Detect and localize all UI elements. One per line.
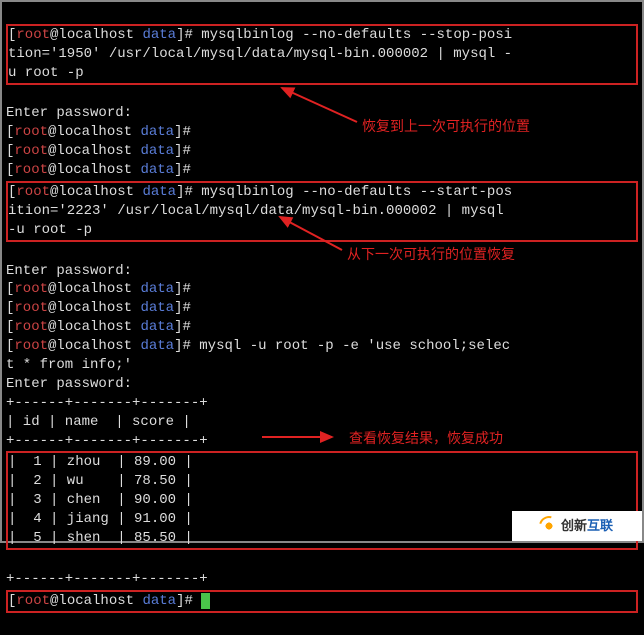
- cursor-icon: [201, 593, 210, 609]
- prompt-line: [root@localhost data]#: [6, 338, 191, 354]
- password-prompt: Enter password:: [6, 263, 132, 279]
- watermark-text-2: 互联: [587, 517, 613, 535]
- password-prompt: Enter password:: [6, 376, 132, 392]
- prompt-line: [root@localhost data]#: [6, 281, 191, 297]
- table-head: | id | name | score |: [6, 414, 191, 430]
- prompt-line[interactable]: [root@localhost data]#: [8, 593, 193, 609]
- prompt-line: [root@localhost data]#: [6, 143, 191, 159]
- prompt-line: [root@localhost data]#: [8, 27, 193, 43]
- watermark-badge: 创新互联: [512, 511, 642, 541]
- table-row: | 4 | jiang | 91.00 |: [8, 511, 193, 527]
- command-box-2: [root@localhost data]# mysqlbinlog --no-…: [6, 181, 638, 242]
- table-row: | 3 | chen | 90.00 |: [8, 492, 193, 508]
- prompt-line: [root@localhost data]#: [8, 184, 193, 200]
- password-prompt: Enter password:: [6, 105, 132, 121]
- prompt-line: [root@localhost data]#: [6, 319, 191, 335]
- final-prompt-box: [root@localhost data]#: [6, 590, 638, 613]
- annotation-3: 查看恢复结果，恢复成功: [349, 429, 503, 448]
- watermark-text-1: 创新: [561, 517, 587, 535]
- table-row: | 5 | shen | 85.50 |: [8, 530, 193, 546]
- table-sep: +------+-------+-------+: [6, 433, 208, 449]
- table-row: | 2 | wu | 78.50 |: [8, 473, 193, 489]
- watermark-logo-icon: [541, 518, 557, 534]
- annotation-2: 从下一次可执行的位置恢复: [347, 245, 515, 264]
- prompt-line: [root@localhost data]#: [6, 124, 191, 140]
- table-sep: +------+-------+-------+: [6, 395, 208, 411]
- table-sep: +------+-------+-------+: [6, 571, 208, 587]
- annotation-1: 恢复到上一次可执行的位置: [362, 117, 530, 136]
- prompt-line: [root@localhost data]#: [6, 300, 191, 316]
- table-row: | 1 | zhou | 89.00 |: [8, 454, 193, 470]
- prompt-line: [root@localhost data]#: [6, 162, 191, 178]
- command-box-1: [root@localhost data]# mysqlbinlog --no-…: [6, 24, 638, 85]
